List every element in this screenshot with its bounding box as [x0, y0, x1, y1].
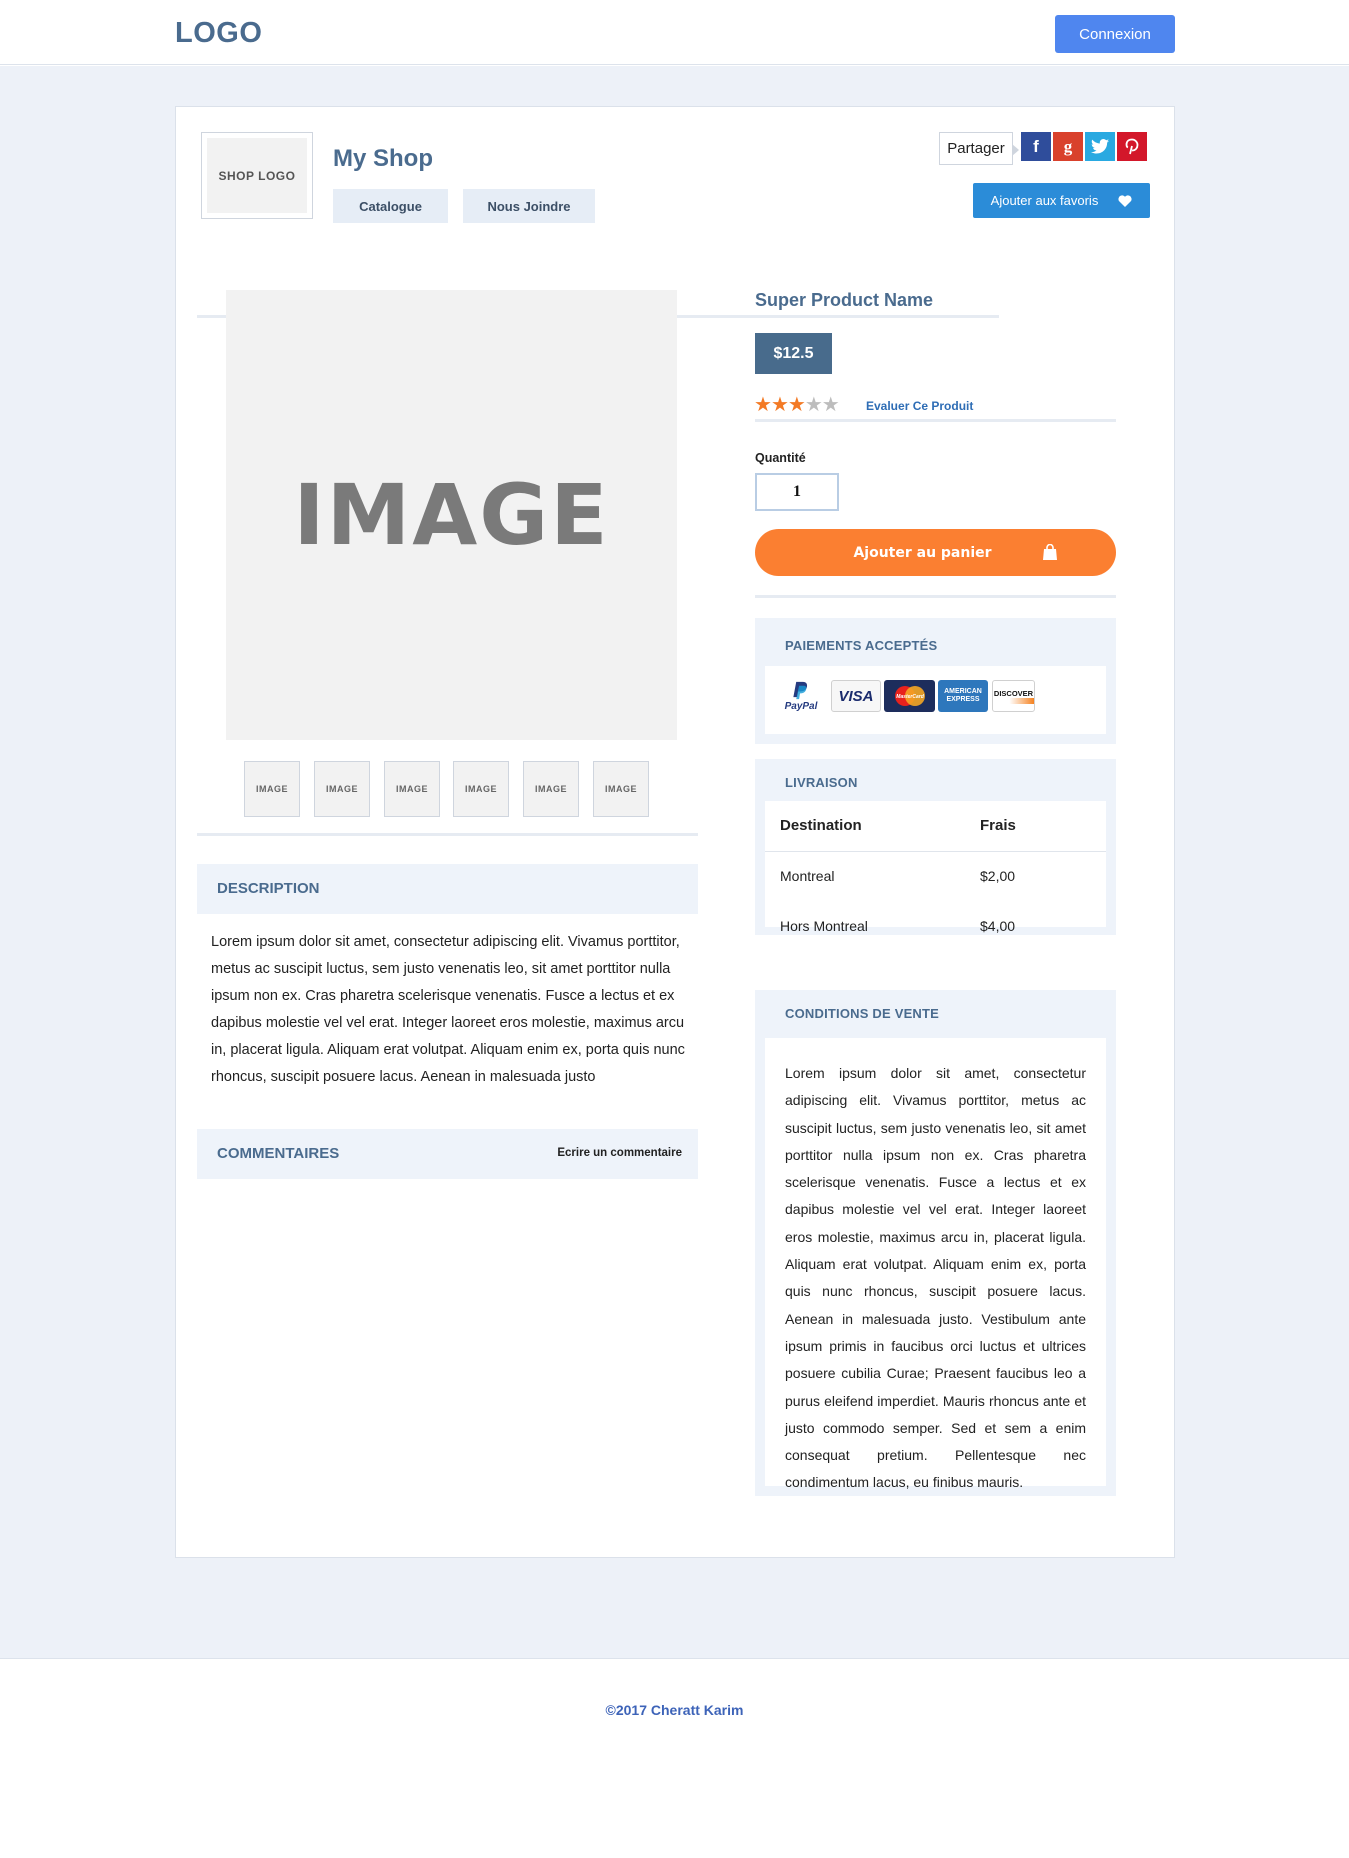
discover-icon: DISCOVER	[992, 680, 1035, 712]
shipping-title: LIVRAISON	[785, 775, 858, 790]
star-rating[interactable]: ★★★★★	[754, 392, 840, 416]
conditions-text: Lorem ipsum dolor sit amet, consectetur …	[785, 1065, 1086, 1491]
google-plus-icon[interactable]: g	[1053, 132, 1083, 161]
payments-title: PAIEMENTS ACCEPTÉS	[785, 638, 938, 653]
table-cell: $2,00	[980, 868, 1016, 885]
thumbnail-image[interactable]: IMAGE	[314, 761, 370, 817]
comments-header: COMMENTAIRES Ecrire un commentaire	[197, 1129, 698, 1179]
description-title: DESCRIPTION	[217, 880, 320, 897]
shop-logo: SHOP LOGO	[207, 138, 307, 213]
shipping-table: Destination Frais Montreal $2,00 Hors Mo…	[765, 801, 1106, 951]
top-navbar: LOGO Connexion	[0, 0, 1349, 65]
rate-product-link[interactable]: Evaluer Ce Produit	[866, 399, 973, 413]
conditions-panel: CONDITIONS DE VENTE Lorem ipsum dolor si…	[755, 990, 1116, 1496]
shipping-table-wrap: Destination Frais Montreal $2,00 Hors Mo…	[765, 801, 1106, 934]
conditions-title: CONDITIONS DE VENTE	[785, 1006, 940, 1021]
amex-icon: AMERICAN EXPRESS	[938, 680, 988, 712]
shipping-panel: LIVRAISON Destination Frais Montreal $2,…	[755, 759, 1116, 935]
mastercard-label: MasterCard	[896, 694, 924, 700]
paypal-label: PayPal	[784, 701, 818, 712]
thumbnail-image[interactable]: IMAGE	[244, 761, 300, 817]
facebook-icon[interactable]: f	[1021, 132, 1051, 161]
star-icon[interactable]: ★	[754, 392, 772, 416]
conditions-body: Lorem ipsum dolor sit amet, consectetur …	[765, 1038, 1106, 1490]
discover-label: DISCOVER	[993, 688, 1034, 698]
table-header-row: Destination Frais	[765, 801, 1106, 852]
star-icon[interactable]: ★	[788, 392, 806, 416]
heart-icon	[1118, 194, 1132, 207]
tab-contact[interactable]: Nous Joindre	[463, 189, 595, 223]
star-icon[interactable]: ★	[822, 392, 840, 416]
column-header: Destination	[765, 801, 965, 852]
shop-logo-frame: SHOP LOGO	[201, 132, 313, 219]
product-price: $12.5	[755, 333, 832, 374]
shop-card: SHOP LOGO My Shop Catalogue Nous Joindre…	[175, 106, 1175, 1558]
divider	[755, 595, 1116, 598]
amex-label: AMERICAN EXPRESS	[944, 688, 982, 703]
share-label: Partager	[939, 132, 1019, 165]
comments-title: COMMENTAIRES	[217, 1145, 340, 1162]
mastercard-icon: MasterCard	[884, 680, 935, 712]
add-favorites-button[interactable]: Ajouter aux favoris	[973, 183, 1150, 218]
main-product-image[interactable]: IMAGE	[226, 290, 677, 740]
copyright: ©2017 Cheratt Karim	[605, 1702, 744, 1718]
column-header: Frais	[965, 801, 1106, 852]
divider	[197, 833, 698, 836]
star-icon[interactable]: ★	[771, 392, 789, 416]
divider	[755, 419, 1116, 422]
shopping-bag-icon	[1042, 544, 1057, 560]
paypal-icon: PayPal	[779, 680, 823, 712]
description-header: DESCRIPTION	[197, 864, 698, 914]
payments-panel: PAIEMENTS ACCEPTÉS PayPal VISA MasterCar…	[755, 618, 1116, 744]
add-to-cart-button[interactable]: Ajouter au panier	[755, 529, 1116, 576]
description-text: Lorem ipsum dolor sit amet, consectetur …	[211, 934, 685, 1085]
shop-name: My Shop	[333, 145, 433, 172]
tab-catalogue[interactable]: Catalogue	[333, 189, 448, 223]
table-cell: Hors Montreal	[780, 918, 868, 934]
thumbnail-image[interactable]: IMAGE	[523, 761, 579, 817]
product-name: Super Product Name	[755, 290, 934, 310]
visa-label: VISA	[838, 687, 874, 705]
quantity-label: Quantité	[755, 451, 806, 465]
login-button[interactable]: Connexion	[1055, 15, 1175, 53]
write-comment-link[interactable]: Ecrire un commentaire	[557, 1147, 682, 1159]
visa-icon: VISA	[831, 680, 881, 712]
quantity-input[interactable]	[755, 473, 839, 511]
add-to-cart-label: Ajouter au panier	[853, 544, 992, 561]
footer: ©2017 Cheratt Karim	[0, 1658, 1349, 1858]
pinterest-icon[interactable]	[1117, 132, 1147, 161]
add-favorites-label: Ajouter aux favoris	[990, 193, 1099, 208]
table-row: Hors Montreal $4,00	[765, 901, 1106, 951]
site-logo[interactable]: LOGO	[175, 17, 262, 50]
table-cell: $4,00	[980, 918, 1016, 934]
table-cell: Montreal	[780, 868, 835, 885]
thumbnail-image[interactable]: IMAGE	[453, 761, 509, 817]
thumbnail-image[interactable]: IMAGE	[384, 761, 440, 817]
payments-logos: PayPal VISA MasterCard AMERICAN EXPRESS …	[765, 666, 1106, 734]
star-icon[interactable]: ★	[805, 392, 823, 416]
thumbnail-image[interactable]: IMAGE	[593, 761, 649, 817]
table-row: Montreal $2,00	[765, 851, 1106, 901]
twitter-icon[interactable]	[1085, 132, 1115, 161]
